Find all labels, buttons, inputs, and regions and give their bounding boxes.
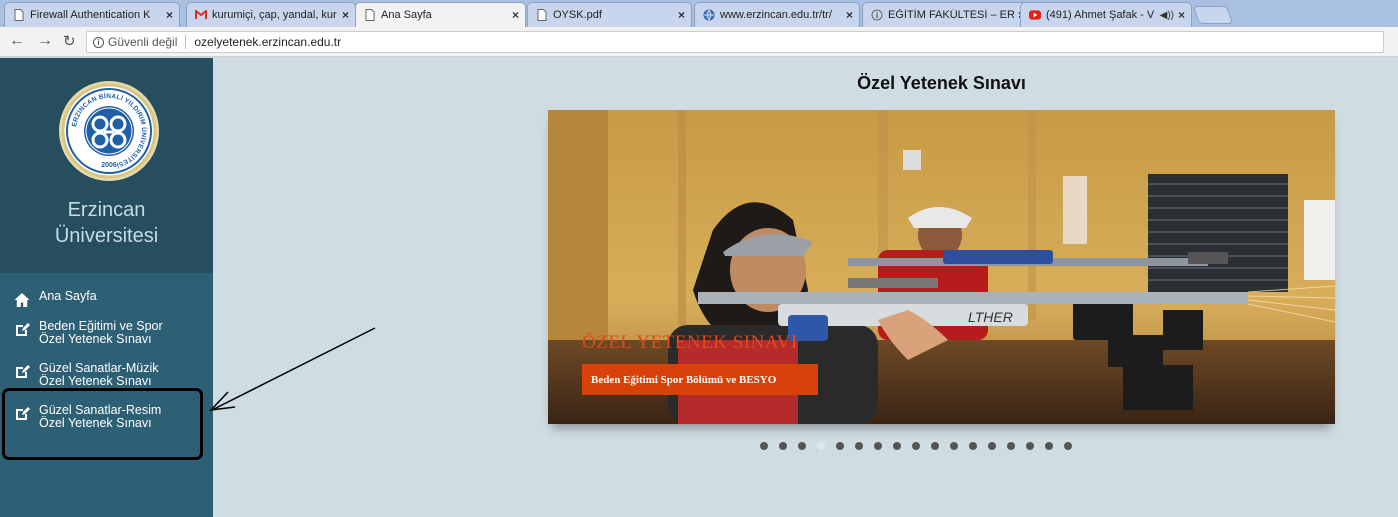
- slider-dot[interactable]: [1026, 442, 1034, 450]
- slider-dot[interactable]: [798, 442, 806, 450]
- slider-dot[interactable]: [893, 442, 901, 450]
- back-arrow-icon[interactable]: ←: [9, 32, 25, 50]
- slide-heading: ÖZEL YETENEK SINAVI: [582, 332, 798, 353]
- sidebar-item-label: Ana Sayfa: [39, 289, 97, 303]
- close-tab-icon[interactable]: ×: [1178, 8, 1185, 22]
- tab-title: EĞİTİM FAKÜLTESİ – ERZİ: [888, 9, 1014, 21]
- slider-dot[interactable]: [950, 442, 958, 450]
- page-title: Özel Yetenek Sınavı: [857, 73, 1026, 93]
- sidebar-item-guzel-sanatlar-muzik[interactable]: Güzel Sanatlar-Müzik Özel Yetenek Sınavı: [14, 362, 159, 388]
- browser-toolbar: ← → ↻ i Güvenli değil ozelyetenek.erzinc…: [0, 27, 1398, 57]
- reload-icon[interactable]: ↻: [63, 32, 76, 50]
- info-icon[interactable]: i: [93, 36, 104, 48]
- sidebar-item-ana-sayfa[interactable]: Ana Sayfa: [14, 290, 97, 308]
- slider-dot[interactable]: [817, 442, 825, 450]
- tab-title: (491) Ahmet Şafak - V: [1046, 9, 1155, 21]
- slider-dot[interactable]: [1064, 442, 1072, 450]
- close-tab-icon[interactable]: ×: [166, 8, 173, 22]
- page-icon: [364, 9, 376, 21]
- address-bar[interactable]: i Güvenli değil ozelyetenek.erzincan.edu…: [86, 31, 1384, 53]
- slide-caption[interactable]: Beden Eğitimi Spor Bölümü ve BESYO: [582, 364, 818, 395]
- university-name-line: Üniversitesi: [54, 225, 159, 247]
- security-status[interactable]: Güvenli değil: [108, 35, 177, 49]
- tab-ana-sayfa[interactable]: Ana Sayfa ×: [355, 2, 526, 27]
- slider-dot[interactable]: [760, 442, 768, 450]
- browser-tab-strip: Firewall Authentication K × kurumiçi, ça…: [0, 0, 1398, 27]
- youtube-icon: [1029, 9, 1041, 21]
- url-text[interactable]: ozelyetenek.erzincan.edu.tr: [194, 35, 341, 49]
- slider-dot[interactable]: [931, 442, 939, 450]
- logo-year: 2006: [101, 162, 117, 169]
- tab-oysk-pdf[interactable]: OYSK.pdf ×: [527, 2, 692, 27]
- university-name-line: Erzincan: [67, 199, 146, 221]
- slider-dot[interactable]: [855, 442, 863, 450]
- sidebar-item-beden-egitimi[interactable]: Beden Eğitimi ve Spor Özel Yetenek Sınav…: [14, 320, 163, 346]
- edit-icon: [16, 323, 30, 336]
- speaker-icon[interactable]: ◀)): [1160, 10, 1174, 21]
- slider-dot[interactable]: [1007, 442, 1015, 450]
- slider-dot[interactable]: [988, 442, 996, 450]
- sidebar-item-label: Özel Yetenek Sınavı: [39, 374, 152, 388]
- slider-dot[interactable]: [779, 442, 787, 450]
- tab-egitim-fakultesi[interactable]: EĞİTİM FAKÜLTESİ – ERZİ ×: [862, 2, 1032, 27]
- globe-icon: [703, 9, 715, 21]
- tab-erzincan-edu[interactable]: www.erzincan.edu.tr/tr/ ×: [694, 2, 860, 27]
- tab-gmail[interactable]: kurumiçi, çap, yandal, kur ×: [186, 2, 356, 27]
- slider-pagination: [760, 442, 1083, 450]
- page-icon: [536, 9, 548, 21]
- tab-title: OYSK.pdf: [553, 9, 602, 21]
- close-tab-icon[interactable]: ×: [512, 8, 519, 22]
- sidebar-header: ERZİNCAN BİNALİ YILDIRIM ÜNİVERSİTESİ 20…: [0, 58, 213, 273]
- image-slider[interactable]: LTHER ÖZEL YETENEK SINAVI Beden Eğitimi …: [548, 110, 1335, 424]
- svg-text:LTHER: LTHER: [968, 309, 1013, 325]
- close-tab-icon[interactable]: ×: [342, 8, 349, 22]
- info-icon: [871, 9, 883, 21]
- slider-dot[interactable]: [1045, 442, 1053, 450]
- sidebar-item-label: Özel Yetenek Sınavı: [39, 332, 152, 346]
- university-name: Erzincan Üniversitesi: [0, 197, 213, 249]
- tab-title: Ana Sayfa: [381, 9, 432, 21]
- forward-arrow-icon[interactable]: →: [37, 32, 53, 50]
- university-logo[interactable]: ERZİNCAN BİNALİ YILDIRIM ÜNİVERSİTESİ 20…: [58, 80, 160, 182]
- tab-title: kurumiçi, çap, yandal, kur: [212, 9, 337, 21]
- edit-icon: [16, 365, 30, 378]
- annotation-highlight-box: [2, 388, 203, 460]
- slider-dot[interactable]: [836, 442, 844, 450]
- tab-title: Firewall Authentication K: [30, 9, 151, 21]
- close-tab-icon[interactable]: ×: [846, 8, 853, 22]
- tab-title: www.erzincan.edu.tr/tr/: [720, 9, 832, 21]
- tab-firewall-authentication[interactable]: Firewall Authentication K ×: [4, 2, 180, 27]
- divider: [185, 35, 187, 49]
- home-icon: [14, 293, 30, 307]
- close-tab-icon[interactable]: ×: [678, 8, 685, 22]
- page-icon: [13, 9, 25, 21]
- slider-dot[interactable]: [912, 442, 920, 450]
- gmail-icon: [195, 9, 207, 21]
- new-tab-button[interactable]: [1192, 6, 1234, 24]
- slider-dot[interactable]: [969, 442, 977, 450]
- tab-youtube[interactable]: (491) Ahmet Şafak - V ◀)) ×: [1020, 2, 1192, 27]
- slider-dot[interactable]: [874, 442, 882, 450]
